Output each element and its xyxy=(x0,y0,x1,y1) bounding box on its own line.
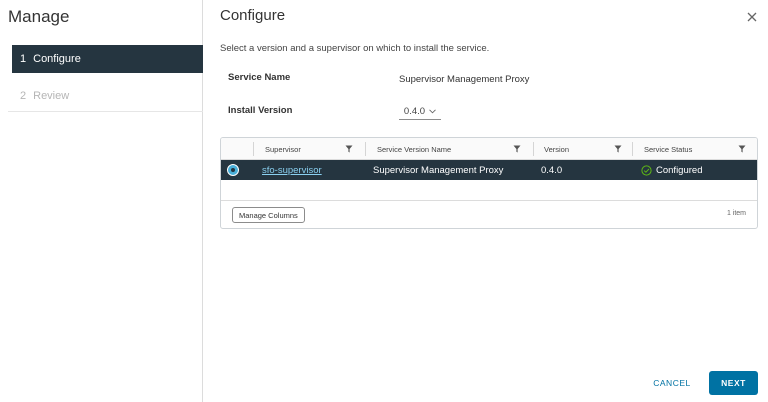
configure-panel: Configure Select a version and a supervi… xyxy=(203,0,768,402)
filter-icon[interactable] xyxy=(345,145,353,153)
column-separator xyxy=(365,142,366,156)
radio-dot xyxy=(231,168,235,172)
datagrid-header: Supervisor Service Version Name Version … xyxy=(221,138,757,160)
column-separator xyxy=(253,142,254,156)
column-header-supervisor[interactable]: Supervisor xyxy=(265,138,301,160)
next-button[interactable]: NEXT xyxy=(709,371,758,395)
sidebar-divider xyxy=(8,111,203,112)
page-title: Configure xyxy=(220,7,286,24)
column-separator xyxy=(632,142,633,156)
step-label: Review xyxy=(33,90,70,102)
filter-icon[interactable] xyxy=(614,145,622,153)
table-row[interactable]: sfo-supervisor Supervisor Management Pro… xyxy=(221,160,757,180)
wizard-title: Manage xyxy=(8,7,70,26)
page-subtitle: Select a version and a supervisor on whi… xyxy=(220,43,490,54)
filter-icon[interactable] xyxy=(738,145,746,153)
version-cell: 0.4.0 xyxy=(541,164,563,176)
wizard-sidebar: Manage 1 Configure 2 Review xyxy=(0,0,203,402)
step-label: Configure xyxy=(33,53,81,65)
install-version-value: 0.4.0 xyxy=(403,106,426,117)
column-header-service-status[interactable]: Service Status xyxy=(644,138,692,160)
check-circle-icon xyxy=(641,164,652,176)
supervisor-link[interactable]: sfo-supervisor xyxy=(262,165,322,176)
supervisor-datagrid: Supervisor Service Version Name Version … xyxy=(220,137,758,229)
column-header-version[interactable]: Version xyxy=(544,138,569,160)
close-icon[interactable] xyxy=(745,10,759,24)
row-select-radio[interactable] xyxy=(227,164,239,176)
install-version-label: Install Version xyxy=(228,105,293,116)
step-review: 2 Review xyxy=(12,82,203,110)
step-configure[interactable]: 1 Configure xyxy=(12,45,203,73)
column-separator xyxy=(533,142,534,156)
service-name-label: Service Name xyxy=(228,72,291,83)
manage-columns-button[interactable]: Manage Columns xyxy=(232,207,305,223)
item-count: 1 item xyxy=(726,210,746,217)
service-version-name-cell: Supervisor Management Proxy xyxy=(373,164,504,176)
chevron-down-icon xyxy=(429,109,436,114)
column-header-service-version-name[interactable]: Service Version Name xyxy=(377,138,451,160)
step-number: 1 xyxy=(20,53,27,65)
service-name-value: Supervisor Management Proxy xyxy=(399,74,530,85)
step-number: 2 xyxy=(20,90,27,102)
status-text: Configured xyxy=(656,164,703,176)
status-cell: Configured xyxy=(641,160,702,180)
filter-icon[interactable] xyxy=(513,145,521,153)
install-version-select[interactable]: 0.4.0 xyxy=(399,104,441,120)
datagrid-footer: Manage Columns 1 item xyxy=(221,200,757,228)
cancel-button[interactable]: CANCEL xyxy=(647,371,697,395)
